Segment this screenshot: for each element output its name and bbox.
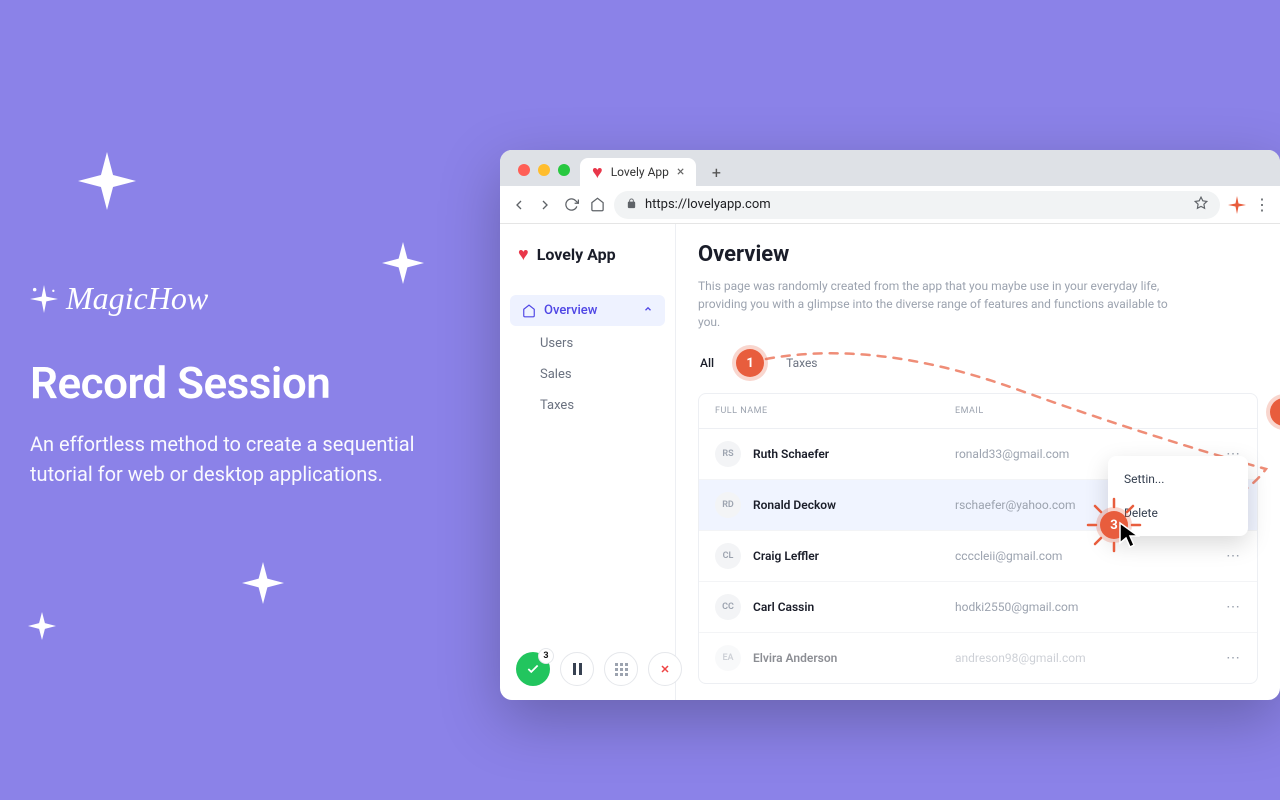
avatar: EA: [715, 645, 741, 671]
table-row[interactable]: CL Craig Leffler ccccleii@gmail.com ⋯: [699, 531, 1257, 582]
heart-icon: ♥: [592, 162, 603, 183]
lock-icon: [626, 198, 637, 212]
heart-icon: ♥: [518, 244, 529, 265]
cursor-icon: [1118, 521, 1142, 549]
table-header: FULL NAME EMAIL: [699, 394, 1257, 429]
promo-description: An effortless method to create a sequent…: [30, 429, 460, 489]
app-name: Lovely App: [537, 245, 616, 264]
close-window-button[interactable]: [518, 164, 530, 176]
check-icon: [526, 662, 540, 676]
context-menu-settings[interactable]: Settin...: [1108, 462, 1248, 496]
step-badge-1: 1: [736, 349, 764, 377]
column-email: EMAIL: [955, 406, 1201, 416]
browser-tab-strip: ♥ Lovely App × +: [500, 150, 1280, 186]
promo-title: Record Session: [30, 357, 460, 409]
sparkle-icon: [78, 152, 136, 210]
row-actions-button[interactable]: ⋯: [1201, 599, 1241, 615]
sidebar-item-users[interactable]: Users: [510, 328, 665, 359]
user-name: Ruth Schaefer: [753, 447, 829, 461]
pause-icon: [573, 663, 582, 675]
step-3-marker: 3: [1100, 511, 1128, 539]
user-name: Elvira Anderson: [753, 651, 837, 665]
row-actions-button[interactable]: ⋯: [1201, 548, 1241, 564]
sparkle-icon: [382, 242, 424, 284]
new-tab-button[interactable]: +: [704, 160, 728, 184]
page-title: Overview: [698, 242, 1258, 267]
close-tab-button[interactable]: ×: [677, 164, 684, 180]
user-name: Craig Leffler: [753, 549, 819, 563]
forward-button[interactable]: [536, 196, 554, 214]
browser-window: ♥ Lovely App × + https://lovelyapp.com: [500, 150, 1280, 700]
brand-logo: MagicHow: [30, 280, 460, 317]
table-row[interactable]: CC Carl Cassin hodki2550@gmail.com ⋯: [699, 582, 1257, 633]
user-email: hodki2550@gmail.com: [955, 600, 1201, 614]
sparkle-icon: [30, 285, 58, 313]
avatar: RS: [715, 441, 741, 467]
app-logo: ♥ Lovely App: [510, 240, 665, 269]
tab-all[interactable]: All: [698, 352, 716, 374]
address-bar[interactable]: https://lovelyapp.com: [614, 191, 1220, 219]
page-description: This page was randomly created from the …: [698, 277, 1168, 331]
tab-taxes[interactable]: Taxes: [784, 352, 819, 374]
user-email: andreson98@gmail.com: [955, 651, 1201, 665]
tab-title: Lovely App: [611, 165, 669, 179]
sidebar-item-taxes[interactable]: Taxes: [510, 390, 665, 421]
window-controls: [510, 164, 580, 186]
browser-tab[interactable]: ♥ Lovely App ×: [580, 158, 696, 186]
brand-name: MagicHow: [66, 280, 208, 317]
sidebar-label: Taxes: [540, 398, 574, 413]
users-table: FULL NAME EMAIL RS Ruth Schaefer ronald3…: [698, 393, 1258, 684]
back-button[interactable]: [510, 196, 528, 214]
promo-panel: MagicHow Record Session An effortless me…: [30, 280, 460, 489]
reload-button[interactable]: [562, 196, 580, 214]
sparkle-icon: [242, 562, 284, 604]
row-actions-button[interactable]: ⋯: [1201, 650, 1241, 666]
grid-button[interactable]: [604, 652, 638, 686]
home-icon: [522, 304, 536, 318]
minimize-window-button[interactable]: [538, 164, 550, 176]
recorder-controls: 3: [516, 652, 682, 686]
avatar: CC: [715, 594, 741, 620]
table-row[interactable]: EA Elvira Anderson andreson98@gmail.com …: [699, 633, 1257, 683]
sidebar-item-overview[interactable]: Overview: [510, 295, 665, 326]
record-confirm-button[interactable]: 3: [516, 652, 550, 686]
column-full-name: FULL NAME: [715, 406, 955, 416]
step-count-badge: 3: [538, 648, 554, 664]
chevron-up-icon: [643, 304, 653, 317]
browser-menu-button[interactable]: ⋮: [1254, 195, 1270, 214]
sidebar-label: Users: [540, 336, 573, 351]
sidebar-label: Sales: [540, 367, 572, 382]
close-icon: [659, 663, 671, 675]
sidebar: ♥ Lovely App Overview Users Sales Taxes: [500, 224, 676, 700]
user-email: ccccleii@gmail.com: [955, 549, 1201, 563]
browser-toolbar: https://lovelyapp.com ⋮: [500, 186, 1280, 224]
avatar: CL: [715, 543, 741, 569]
filter-tabs: All 1 Taxes: [698, 349, 1258, 377]
user-name: Carl Cassin: [753, 600, 814, 614]
maximize-window-button[interactable]: [558, 164, 570, 176]
sidebar-item-sales[interactable]: Sales: [510, 359, 665, 390]
user-name: Ronald Deckow: [753, 498, 836, 512]
bookmark-star-icon[interactable]: [1194, 196, 1208, 214]
avatar: RD: [715, 492, 741, 518]
cancel-button[interactable]: [648, 652, 682, 686]
home-button[interactable]: [588, 196, 606, 214]
main-panel: Overview This page was randomly created …: [676, 224, 1280, 700]
sparkle-icon: [28, 612, 56, 640]
sidebar-label: Overview: [544, 303, 597, 318]
url-text: https://lovelyapp.com: [645, 197, 771, 212]
pause-button[interactable]: [560, 652, 594, 686]
app-content: ♥ Lovely App Overview Users Sales Taxes …: [500, 224, 1280, 700]
grid-icon: [615, 663, 628, 676]
extension-icon[interactable]: [1228, 196, 1246, 214]
